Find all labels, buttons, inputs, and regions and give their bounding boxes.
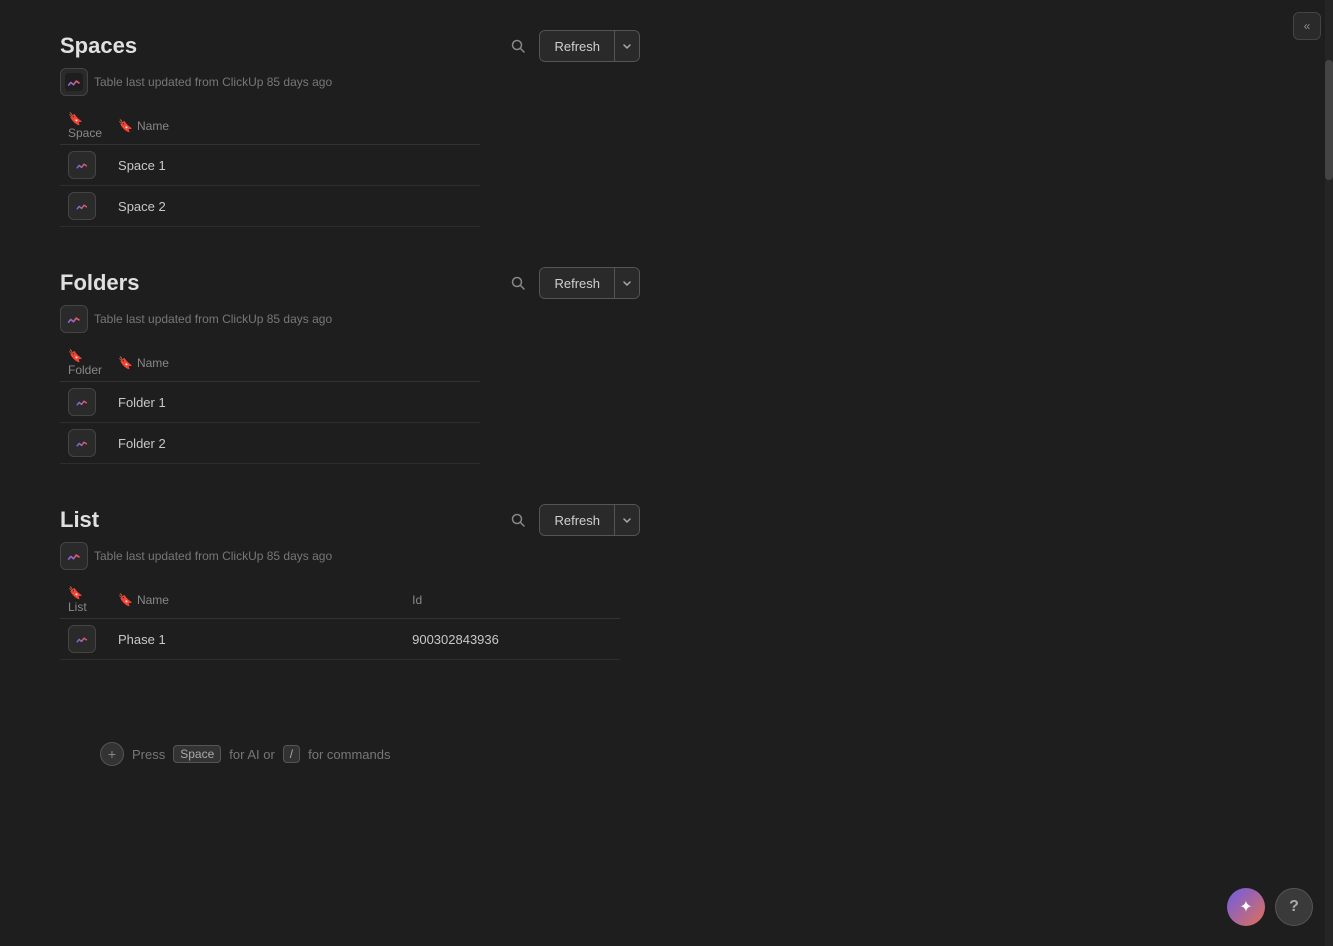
folders-table: 🔖Folder 🔖Name: [60, 345, 480, 464]
list-title: List: [60, 507, 99, 533]
list-update-text: Table last updated from ClickUp 85 days …: [94, 549, 332, 563]
sparkle-icon: ✦: [1239, 897, 1252, 917]
bookmark-icon: 🔖: [118, 119, 133, 133]
collapse-button[interactable]: «: [1293, 12, 1321, 40]
folders-refresh-group: Refresh: [539, 267, 640, 299]
list-col-name: 🔖Name: [110, 582, 404, 619]
slash-key: /: [283, 745, 300, 763]
clickup-logo-icon: [60, 68, 88, 96]
sparkle-button[interactable]: ✦: [1227, 888, 1265, 926]
spaces-header: Spaces Refresh: [60, 30, 640, 62]
folders-title: Folders: [60, 270, 139, 296]
press-label: Press: [132, 747, 165, 762]
list-row1-id: 900302843936: [404, 619, 620, 660]
list-col-list: 🔖List: [60, 582, 110, 619]
folders-search-button[interactable]: [503, 268, 533, 298]
question-mark-icon: ?: [1289, 898, 1299, 916]
list-row1-icon-cell: [60, 619, 110, 660]
chevron-down-icon: [622, 41, 632, 51]
folders-refresh-dropdown[interactable]: [614, 268, 639, 298]
spaces-refresh-group: Refresh: [539, 30, 640, 62]
spaces-update-info: Table last updated from ClickUp 85 days …: [60, 68, 640, 96]
clickup-logo-icon: [60, 305, 88, 333]
list-header: List Refresh: [60, 504, 640, 536]
chevron-down-icon: [622, 278, 632, 288]
bookmark-icon: 🔖: [118, 593, 133, 607]
row-clickup-icon: [68, 429, 96, 457]
list-header-actions: Refresh: [503, 504, 640, 536]
list-section: List Refresh: [60, 504, 640, 660]
list-row1-name: Phase 1: [110, 619, 404, 660]
list-table: 🔖List 🔖Name Id: [60, 582, 620, 660]
list-refresh-button[interactable]: Refresh: [540, 505, 614, 535]
bottom-input-area: + Press Space for AI or / for commands: [100, 742, 391, 766]
scrollbar-track[interactable]: [1325, 0, 1333, 946]
add-block-button[interactable]: +: [100, 742, 124, 766]
folders-header: Folders Refresh: [60, 267, 640, 299]
clickup-logo-icon: [60, 542, 88, 570]
spaces-refresh-dropdown[interactable]: [614, 31, 639, 61]
spaces-title: Spaces: [60, 33, 137, 59]
row-clickup-icon: [68, 625, 96, 653]
bookmark-icon: 🔖: [68, 349, 83, 363]
space-key: Space: [173, 745, 221, 763]
folders-col-name: 🔖Name: [110, 345, 480, 382]
spaces-refresh-button[interactable]: Refresh: [540, 31, 614, 61]
folders-refresh-button[interactable]: Refresh: [540, 268, 614, 298]
spaces-update-text: Table last updated from ClickUp 85 days …: [94, 75, 332, 89]
spaces-row2-name: Space 2: [110, 186, 480, 227]
folders-header-actions: Refresh: [503, 267, 640, 299]
table-row: Phase 1 900302843936: [60, 619, 620, 660]
folders-row1-name: Folder 1: [110, 382, 480, 423]
table-row: Folder 1: [60, 382, 480, 423]
bookmark-icon: 🔖: [118, 356, 133, 370]
folders-col-folder: 🔖Folder: [60, 345, 110, 382]
search-icon: [511, 276, 525, 290]
list-refresh-dropdown[interactable]: [614, 505, 639, 535]
search-icon: [511, 39, 525, 53]
bottom-right-buttons: ✦ ?: [1227, 888, 1313, 926]
folders-update-text: Table last updated from ClickUp 85 days …: [94, 312, 332, 326]
spaces-row1-icon-cell: [60, 145, 110, 186]
bookmark-icon: 🔖: [68, 586, 83, 600]
spaces-header-actions: Refresh: [503, 30, 640, 62]
chevron-left-icon: «: [1304, 19, 1311, 33]
folders-row2-name: Folder 2: [110, 423, 480, 464]
table-row: Folder 2: [60, 423, 480, 464]
row-clickup-icon: [68, 192, 96, 220]
spaces-row1-name: Space 1: [110, 145, 480, 186]
for-ai-label: for AI or: [229, 747, 275, 762]
bookmark-icon: 🔖: [68, 112, 83, 126]
folders-row1-icon-cell: [60, 382, 110, 423]
spaces-search-button[interactable]: [503, 31, 533, 61]
search-icon: [511, 513, 525, 527]
list-refresh-group: Refresh: [539, 504, 640, 536]
spaces-section: Spaces Refresh: [60, 30, 640, 227]
spaces-table: 🔖Space 🔖Name: [60, 108, 480, 227]
scrollbar-thumb[interactable]: [1325, 60, 1333, 180]
folders-row2-icon-cell: [60, 423, 110, 464]
list-col-id: Id: [404, 582, 620, 619]
chevron-down-icon: [622, 515, 632, 525]
table-row: Space 1: [60, 145, 480, 186]
folders-section: Folders Refresh: [60, 267, 640, 464]
row-clickup-icon: [68, 388, 96, 416]
row-clickup-icon: [68, 151, 96, 179]
help-button[interactable]: ?: [1275, 888, 1313, 926]
list-update-info: Table last updated from ClickUp 85 days …: [60, 542, 640, 570]
folders-update-info: Table last updated from ClickUp 85 days …: [60, 305, 640, 333]
list-search-button[interactable]: [503, 505, 533, 535]
table-row: Space 2: [60, 186, 480, 227]
spaces-row2-icon-cell: [60, 186, 110, 227]
spaces-col-name: 🔖Name: [110, 108, 480, 145]
spaces-col-space: 🔖Space: [60, 108, 110, 145]
for-commands-label: for commands: [308, 747, 390, 762]
